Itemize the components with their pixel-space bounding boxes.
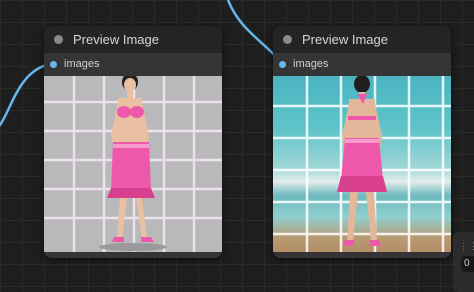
partial-side-node[interactable]: ⋮⋮ 0 [453,232,474,292]
collapse-dot-icon[interactable] [283,35,292,44]
preview-image-node-2[interactable]: Preview Image images [273,26,451,258]
node-title: Preview Image [302,32,388,47]
node-title: Preview Image [73,32,159,47]
preview-image[interactable] [44,76,222,252]
node-header[interactable]: Preview Image [44,26,222,53]
preview-image[interactable] [273,76,451,252]
input-slot-images[interactable]: images [273,53,451,75]
preview-image-graphic [273,76,451,252]
node-header[interactable]: Preview Image [273,26,451,53]
preview-image-node-1[interactable]: Preview Image images [44,26,222,258]
input-slot-dot-icon[interactable] [279,60,286,68]
input-slot-images[interactable]: images [44,53,222,75]
preview-image-graphic [44,76,222,252]
input-slot-dot-icon[interactable] [50,60,57,68]
input-slot-label: images [64,58,100,70]
side-number-field[interactable]: 0 [461,256,474,272]
collapse-dot-icon[interactable] [54,35,63,44]
input-slot-label: images [293,58,329,70]
drag-handle-icon[interactable]: ⋮⋮ [459,241,474,252]
